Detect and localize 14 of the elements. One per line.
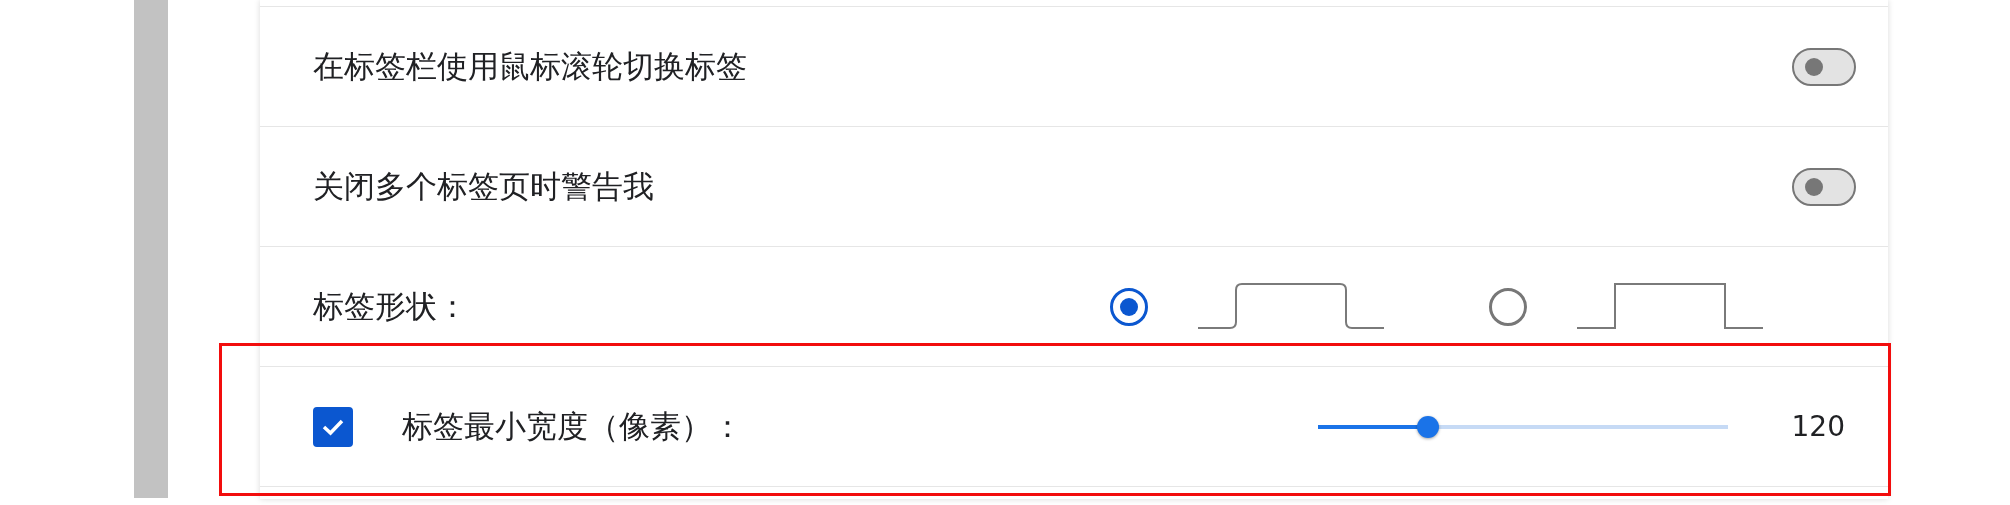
toggle-switch[interactable]: [1792, 167, 1856, 206]
slider-thumb[interactable]: [1417, 415, 1440, 438]
setting-label: 标签最小宽度（像素）：: [402, 406, 743, 446]
tab-shape-icon: [1198, 281, 1384, 330]
radio-button[interactable]: [1489, 287, 1527, 326]
scrollbar[interactable]: [134, 0, 168, 498]
setting-label: 标签形状：: [313, 286, 468, 326]
radio-button[interactable]: [1110, 287, 1148, 326]
slider-value: 120: [1791, 410, 1845, 443]
setting-label: 在标签栏使用鼠标滚轮切换标签: [313, 46, 747, 86]
tab-shape-icon: [1577, 281, 1763, 330]
setting-label: 关闭多个标签页时警告我: [313, 166, 654, 206]
toggle-switch[interactable]: [1792, 47, 1856, 86]
checkbox[interactable]: [313, 406, 353, 447]
